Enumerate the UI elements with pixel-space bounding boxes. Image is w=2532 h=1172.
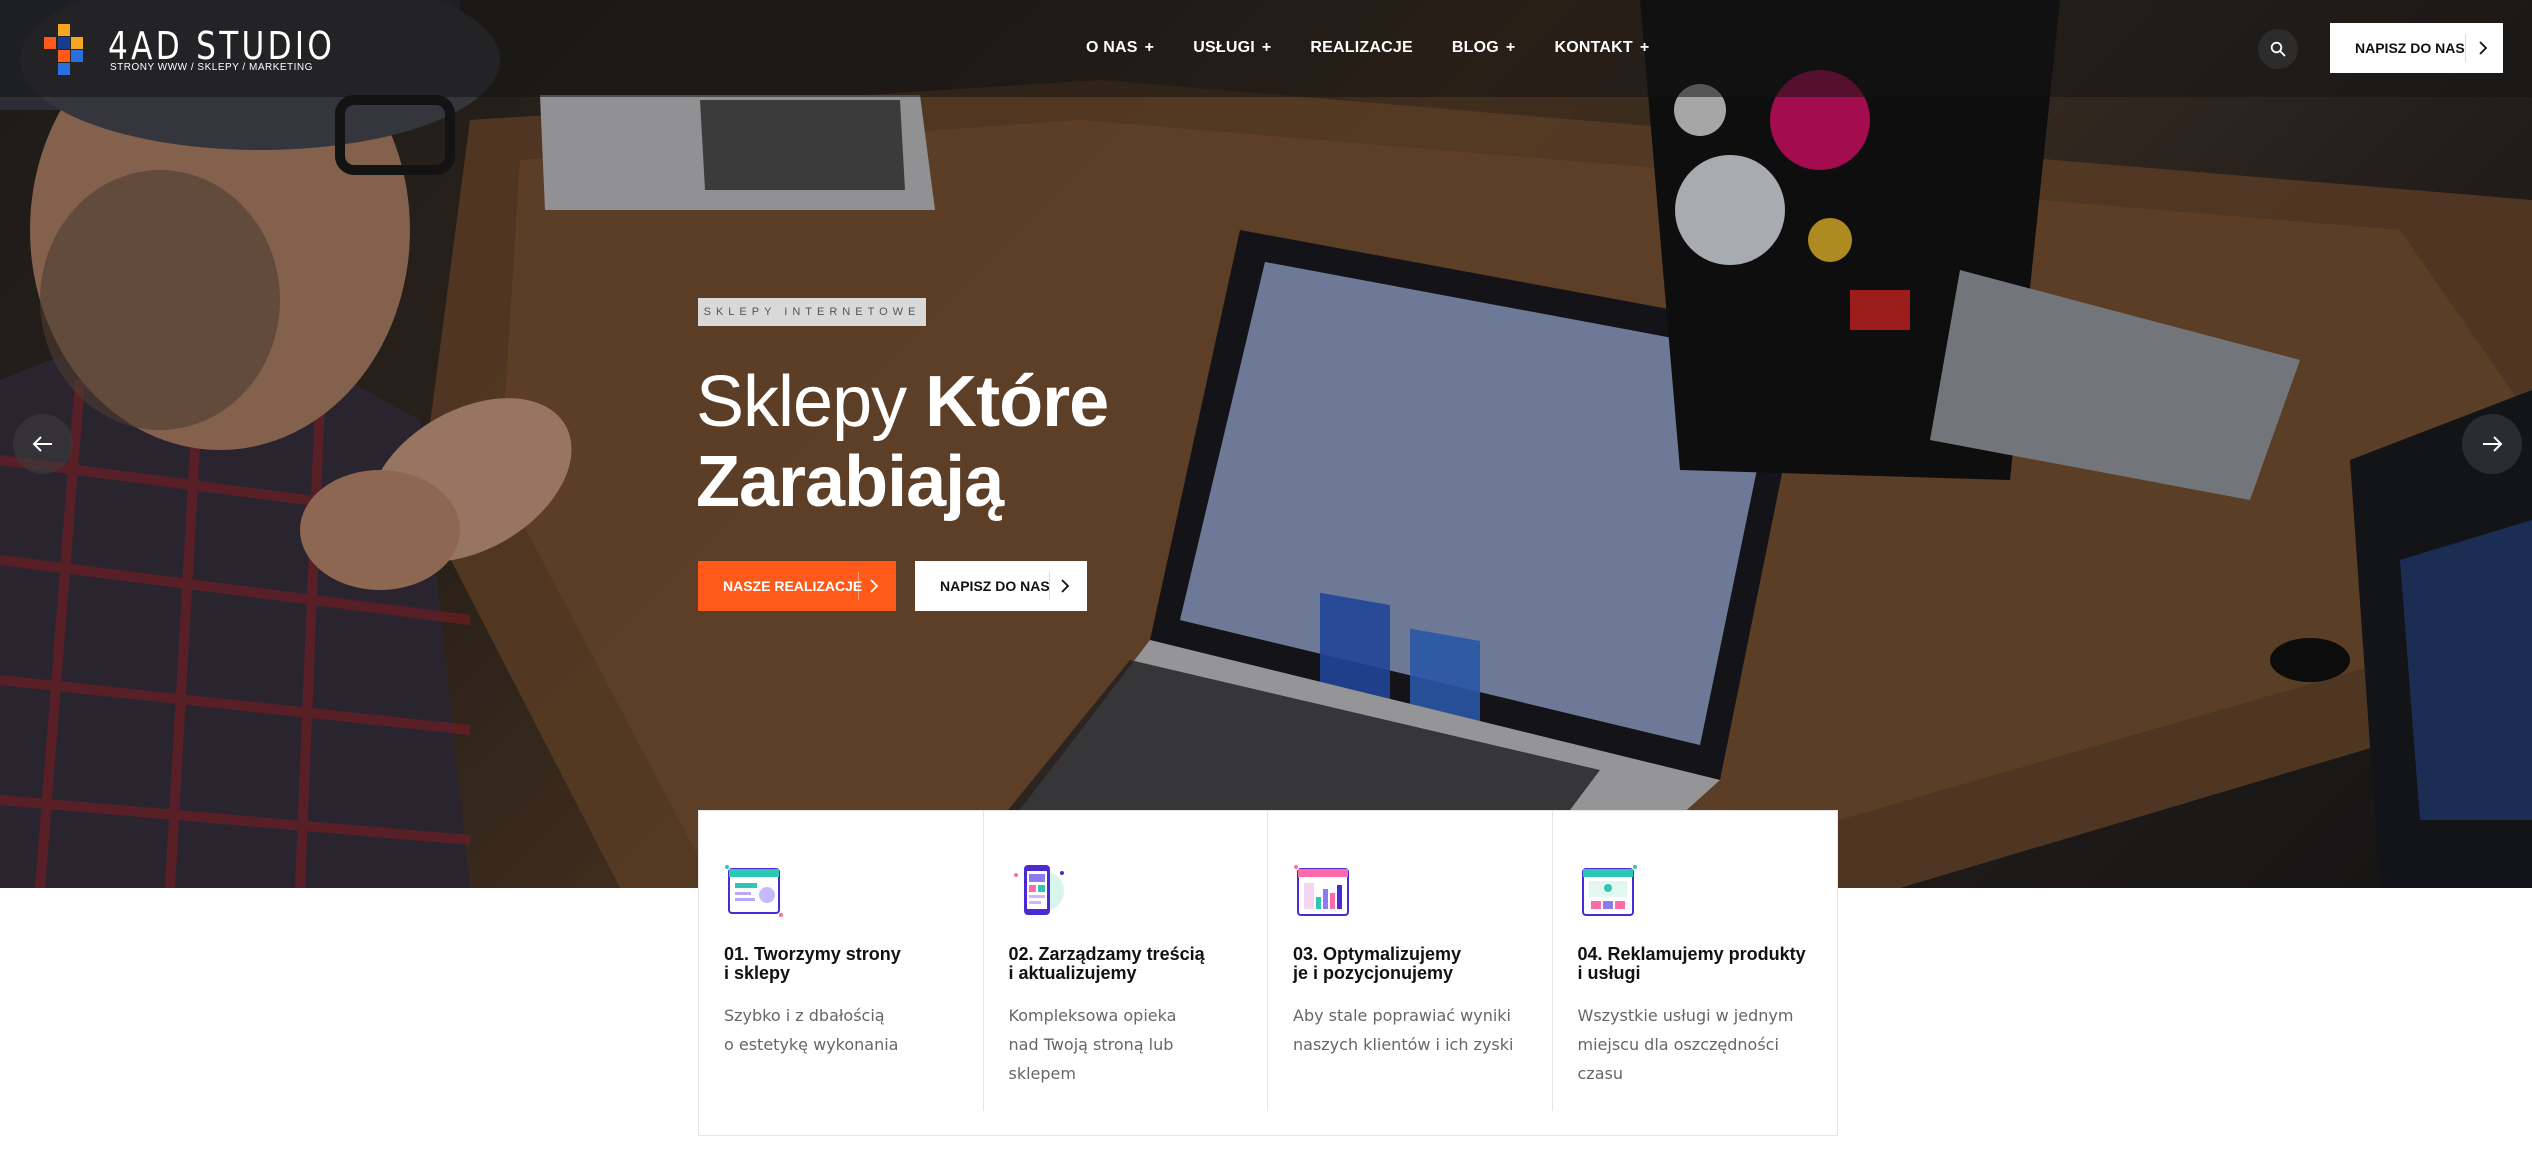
- feature-description: Kompleksowa opieka nad Twoją stroną lub …: [1009, 1001, 1249, 1088]
- feature-title-line: je i pozycjonujemy: [1293, 963, 1454, 983]
- plus-icon: +: [1144, 39, 1155, 56]
- feature-card: 02. Zarządzamy treścią i aktualizujemy K…: [984, 811, 1268, 1135]
- feature-desc-line: czasu: [1577, 1064, 1623, 1083]
- feature-desc-line: naszych klientów i ich zyski: [1293, 1035, 1514, 1054]
- chevron-right-icon: [2479, 41, 2488, 55]
- feature-desc-line: sklepem: [1008, 1064, 1076, 1083]
- feature-description: Wszystkie usługi w jednym miejscu dla os…: [1578, 1001, 1818, 1088]
- headline-bold: Które: [925, 362, 1109, 442]
- nav-item-realizacje[interactable]: REALIZACJE: [1310, 33, 1412, 63]
- hero-headline: Sklepy Które Zarabiają: [696, 362, 1109, 522]
- our-projects-button[interactable]: NASZE REALIZACJE: [698, 561, 896, 611]
- nav-item-label: O NAS: [1086, 39, 1138, 56]
- hero-background-image: [0, 0, 2532, 888]
- main-nav: O NAS + USŁUGI + REALIZACJE BLOG + KONTAKT +: [1086, 33, 1688, 63]
- logo[interactable]: 4AD STUDIO STRONY WWW / SKLEPY / MARKETI…: [44, 24, 332, 76]
- feature-title: 04. Reklamujemy produkty i usługi: [1578, 945, 1828, 983]
- website-design-icon: [725, 865, 783, 917]
- feature-desc-line: Wszystkie usługi w jednym: [1577, 1006, 1794, 1025]
- feature-card: 04. Reklamujemy produkty i usługi Wszyst…: [1553, 811, 1838, 1135]
- nav-item-label: USŁUGI: [1193, 39, 1255, 56]
- contact-cta-button[interactable]: NAPISZ DO NAS: [2330, 23, 2503, 73]
- chevron-right-icon: [1061, 579, 1070, 593]
- feature-desc-line: o estetykę wykonania: [724, 1035, 899, 1054]
- feature-desc-line: Aby stale poprawiać wyniki: [1293, 1006, 1511, 1025]
- button-divider: [1049, 572, 1050, 600]
- feature-card: 01. Tworzymy strony i sklepy Szybko i z …: [699, 811, 984, 1135]
- feature-title-line: 04. Reklamujemy produkty: [1577, 944, 1806, 964]
- feature-title-line: 02. Zarządzamy treścią: [1008, 944, 1205, 964]
- nav-item-label: REALIZACJE: [1310, 39, 1413, 56]
- nav-item-label: KONTAKT: [1554, 39, 1633, 56]
- search-button[interactable]: [2258, 29, 2298, 69]
- write-to-us-button[interactable]: NAPISZ DO NAS: [915, 561, 1087, 611]
- nav-item-label: BLOG: [1451, 39, 1499, 56]
- feature-description: Szybko i z dbałością o estetykę wykonani…: [724, 1001, 964, 1059]
- our-projects-label: NASZE REALIZACJE: [723, 578, 863, 594]
- feature-title: 03. Optymalizujemy je i pozycjonujemy: [1293, 945, 1543, 983]
- nav-item-blog[interactable]: BLOG +: [1452, 33, 1516, 63]
- feature-title-line: i aktualizujemy: [1008, 963, 1137, 983]
- pixel-blocks-logo-icon: [44, 24, 84, 75]
- hero-tagline-badge: SKLEPY INTERNETOWE: [698, 298, 926, 326]
- feature-title-line: i usługi: [1577, 963, 1641, 983]
- slider-next-button[interactable]: [2462, 414, 2522, 474]
- feature-title: 01. Tworzymy strony i sklepy: [724, 945, 974, 983]
- nav-item-kontakt[interactable]: KONTAKT +: [1554, 33, 1649, 63]
- feature-title-line: 01. Tworzymy strony: [724, 944, 901, 964]
- arrow-left-icon: [32, 436, 52, 452]
- feature-title-line: i sklepy: [724, 963, 791, 983]
- write-to-us-label: NAPISZ DO NAS: [940, 578, 1050, 594]
- mobile-content-icon: [1013, 865, 1064, 915]
- feature-title: 02. Zarządzamy treścią i aktualizujemy: [1009, 945, 1259, 983]
- button-divider: [2465, 34, 2466, 62]
- contact-cta-label: NAPISZ DO NAS: [2355, 40, 2465, 56]
- feature-card: 03. Optymalizujemy je i pozycjonujemy Ab…: [1268, 811, 1553, 1135]
- plus-icon: +: [1261, 39, 1272, 56]
- headline-bold: Zarabiają: [696, 442, 1004, 522]
- features-section: 01. Tworzymy strony i sklepy Szybko i z …: [698, 810, 1838, 1136]
- feature-desc-line: miejscu dla oszczędności: [1577, 1035, 1779, 1054]
- chevron-right-icon: [870, 579, 879, 593]
- analytics-chart-icon: [1294, 865, 1349, 916]
- headline-light: Sklepy: [696, 362, 926, 442]
- arrow-right-icon: [2483, 436, 2503, 452]
- feature-desc-line: Kompleksowa opieka: [1008, 1006, 1177, 1025]
- site-header: 4AD STUDIO STRONY WWW / SKLEPY / MARKETI…: [0, 0, 2532, 97]
- search-icon: [2270, 41, 2286, 57]
- button-divider: [858, 572, 859, 600]
- plus-icon: +: [1639, 39, 1650, 56]
- nav-item-o-nas[interactable]: O NAS +: [1086, 33, 1154, 63]
- slider-prev-button[interactable]: [13, 414, 73, 474]
- page: 4AD STUDIO STRONY WWW / SKLEPY / MARKETI…: [0, 0, 2532, 1172]
- plus-icon: +: [1505, 39, 1516, 56]
- nav-item-uslugi[interactable]: USŁUGI +: [1193, 33, 1271, 63]
- feature-description: Aby stale poprawiać wyniki naszych klien…: [1293, 1001, 1533, 1059]
- feature-title-line: 03. Optymalizujemy: [1293, 944, 1462, 964]
- ad-campaign-icon: [1581, 865, 1637, 916]
- feature-desc-line: Szybko i z dbałością: [724, 1006, 885, 1025]
- feature-desc-line: nad Twoją stroną lub: [1008, 1035, 1174, 1054]
- hero-overlay: [0, 0, 2532, 888]
- logo-subtitle: STRONY WWW / SKLEPY / MARKETING: [110, 62, 313, 73]
